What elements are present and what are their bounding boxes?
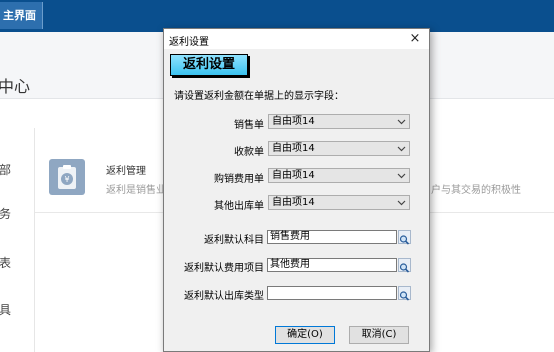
receipt-label: 收款单: [234, 147, 264, 158]
search-icon: [399, 263, 410, 273]
page-title: 中心: [0, 77, 31, 96]
default-account-field[interactable]: 销售费用: [267, 230, 397, 244]
sales-order-label: 销售单: [234, 120, 264, 131]
select-value: 自由项14: [272, 116, 315, 127]
chevron-down-icon: [397, 200, 406, 206]
default-account-lookup-button[interactable]: [398, 230, 411, 245]
chevron-down-icon: [397, 146, 406, 152]
default-outbound-type-field[interactable]: [267, 286, 397, 300]
default-outbound-type-lookup-button[interactable]: [398, 286, 411, 301]
rebate-settings-dialog: 返利设置 × 返利设置 请设置返利金额在单据上的显示字段： 销售单 自由项14 …: [163, 28, 430, 352]
receipt-select[interactable]: 自由项14: [268, 141, 410, 156]
default-account-label: 返利默认科目: [204, 235, 264, 246]
select-value: 自由项14: [272, 170, 315, 181]
module-description: 返利是销售业: [106, 185, 166, 196]
main-tab[interactable]: 主界面: [0, 2, 43, 29]
ok-button[interactable]: 确定(O): [275, 326, 335, 344]
default-expense-item-field[interactable]: 其他费用: [267, 258, 397, 272]
default-expense-item-label: 返利默认费用项目: [184, 263, 264, 274]
field-value: 销售费用: [270, 231, 310, 242]
dialog-titlebar[interactable]: 返利设置 ×: [164, 29, 429, 49]
default-outbound-type-label: 返利默认出库类型: [184, 291, 264, 302]
other-outbound-select[interactable]: 自由项14: [268, 195, 410, 210]
module-title[interactable]: 返利管理: [106, 162, 146, 177]
dialog-heading: 返利设置: [170, 54, 248, 76]
chevron-down-icon: [397, 119, 406, 125]
search-icon: [399, 235, 410, 245]
sidebar-item-2[interactable]: 务: [0, 205, 11, 222]
default-expense-item-lookup-button[interactable]: [398, 258, 411, 273]
sidebar-item-1[interactable]: 部: [0, 161, 11, 178]
close-icon[interactable]: ×: [407, 30, 423, 47]
purchase-expense-select[interactable]: 自由项14: [268, 168, 410, 183]
sales-order-select[interactable]: 自由项14: [268, 114, 410, 129]
svg-text:¥: ¥: [64, 175, 69, 184]
cancel-button[interactable]: 取消(C): [349, 326, 409, 344]
select-value: 自由项14: [272, 143, 315, 154]
search-icon: [399, 291, 410, 301]
instruction-text: 请设置返利金额在单据上的显示字段：: [174, 91, 344, 102]
sidebar-item-3[interactable]: 表: [0, 254, 11, 271]
chevron-down-icon: [397, 173, 406, 179]
sidebar-item-4[interactable]: 具: [0, 301, 11, 318]
dialog-title: 返利设置: [169, 37, 209, 48]
sidebar: 部 务 表 具: [0, 128, 35, 352]
rebate-icon[interactable]: ¥: [49, 159, 85, 195]
purchase-expense-label: 购销费用单: [214, 174, 264, 185]
select-value: 自由项14: [272, 197, 315, 208]
other-outbound-label: 其他出库单: [214, 201, 264, 212]
field-value: 其他费用: [270, 259, 310, 270]
module-description-tail: 户与其交易的积极性: [431, 185, 521, 196]
